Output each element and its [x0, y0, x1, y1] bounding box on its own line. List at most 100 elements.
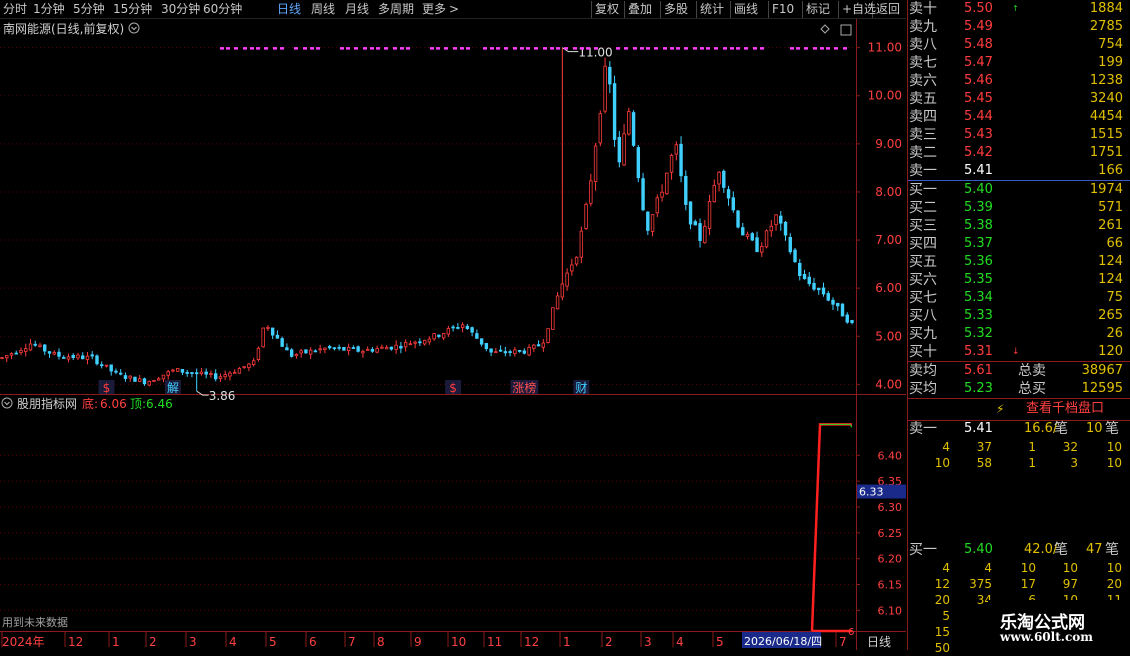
candle-body	[826, 293, 830, 301]
period-tab-7[interactable]: 周线	[311, 2, 335, 16]
bid-row[interactable]: 买八 5.33 265	[908, 307, 1130, 325]
period-tab-9[interactable]: 多周期	[378, 2, 414, 16]
time-axis-label: 5	[716, 635, 724, 649]
period-tab-3[interactable]: 15分钟	[113, 2, 152, 16]
bid-row[interactable]: 买六 5.35 124	[908, 271, 1130, 289]
toolbar-action-1[interactable]: 叠加	[628, 2, 652, 16]
candle-body	[465, 325, 470, 330]
signal-dot	[354, 47, 358, 50]
future-data-note: 用到未来数据	[2, 615, 68, 629]
period-tab-10[interactable]: 更多	[422, 2, 446, 16]
tick-header: 买一 5.40 42.0/笔 47 笔	[908, 541, 1130, 559]
candle-body	[774, 214, 778, 226]
candle-body	[408, 343, 413, 346]
indicator-y-tick-label: 6.25	[878, 527, 903, 540]
ask-row[interactable]: 卖七 5.47 199	[908, 54, 1130, 72]
candle-body	[299, 350, 303, 354]
tick-avg-per: 42.0/	[1024, 542, 1058, 557]
bid-row[interactable]: 买九 5.32 26	[908, 325, 1130, 343]
more-chevron-icon[interactable]: >	[449, 2, 459, 16]
ask-row[interactable]: 卖六 5.46 1238	[908, 72, 1130, 90]
candle-body	[237, 368, 242, 374]
candle-body	[109, 364, 113, 372]
period-tab-4[interactable]: 30分钟	[161, 2, 200, 16]
toolbar-action-5[interactable]: F10	[772, 2, 794, 16]
signal-dot	[513, 47, 517, 50]
signal-dot	[723, 47, 727, 50]
signal-dot	[264, 47, 268, 50]
bid-row[interactable]: 买二 5.39 571	[908, 199, 1130, 217]
signal-dot	[796, 47, 800, 50]
time-axis-label: 11	[487, 635, 502, 649]
candle-body	[346, 347, 351, 351]
y-tick-label: 7.00	[875, 233, 902, 247]
toolbar-action-8[interactable]: 返回	[876, 2, 900, 16]
toolbar-action-3[interactable]: 统计	[700, 2, 724, 16]
period-tab-6[interactable]: 日线	[277, 2, 301, 16]
bid-row[interactable]: 买五 5.36 124	[908, 253, 1130, 271]
bid-row[interactable]: 买七 5.34 75	[908, 289, 1130, 307]
ask-row[interactable]: 卖四 5.44 4454	[908, 108, 1130, 126]
toolbar-action-6[interactable]: 标记	[806, 2, 830, 16]
bid-row[interactable]: 买一 5.40 1974	[908, 181, 1130, 199]
ask-volume: 1515	[1089, 127, 1123, 142]
total-volume: 12595	[1081, 381, 1123, 396]
signal-dot	[670, 47, 674, 50]
main-chart-title: 南网能源(日线,前复权)	[3, 21, 124, 36]
candle-body	[831, 299, 835, 305]
candle-body	[598, 113, 603, 144]
toolbar-action-0[interactable]: 复权	[595, 2, 619, 16]
tick-cell: 10	[934, 456, 950, 470]
signal-dot	[280, 47, 284, 50]
candle-body	[498, 349, 503, 352]
candle-body	[760, 246, 764, 253]
tick-cell: 4	[942, 440, 950, 454]
candle-body	[769, 225, 773, 232]
signal-dot	[460, 47, 464, 50]
tick-cell: 12	[934, 577, 950, 591]
signal-dot	[564, 47, 568, 50]
ask-level-name: 卖三	[909, 127, 937, 143]
toolbar-separator	[660, 1, 661, 18]
signal-dot	[526, 47, 530, 50]
candle-body	[579, 230, 584, 258]
toolbar-action-4[interactable]: 画线	[734, 2, 758, 16]
toolbar-action-7[interactable]: +自选	[842, 2, 876, 16]
toolbar-action-2[interactable]: 多股	[664, 2, 688, 16]
tick-cell: 10	[1020, 561, 1036, 575]
ask-row[interactable]: 卖二 5.42 1751	[908, 144, 1130, 162]
bid-volume: 124	[1098, 254, 1123, 269]
bid-row[interactable]: 买四 5.37 66	[908, 235, 1130, 253]
ask-row[interactable]: 卖十 5.50 ↑ 1884	[908, 0, 1130, 18]
period-tab-0[interactable]: 分时	[3, 2, 27, 16]
signal-dot	[804, 47, 808, 50]
ask-row[interactable]: 卖五 5.45 3240	[908, 90, 1130, 108]
candle-body	[736, 210, 740, 228]
candle-body	[484, 342, 489, 350]
kline-chart[interactable]: 南网能源(日线,前复权) 11.00 10.00 9.00 8.00 7.00 6.00 5.…	[0, 19, 906, 650]
candle-body	[669, 155, 674, 173]
lightning-icon: ⚡	[996, 402, 1005, 416]
bid-row[interactable]: 买三 5.38 261	[908, 217, 1130, 235]
candle-body	[28, 343, 33, 351]
period-tab-1[interactable]: 1分钟	[33, 2, 65, 16]
period-tab-2[interactable]: 5分钟	[73, 2, 105, 16]
signal-dot	[234, 47, 238, 50]
bid-price: 5.36	[964, 254, 993, 269]
date-highlight: 2026/06/18/四	[744, 635, 822, 648]
ask-row[interactable]: 卖九 5.49 2785	[908, 18, 1130, 36]
candle-body	[527, 346, 531, 356]
bid-level-name: 买一	[909, 182, 937, 198]
signal-dot	[624, 47, 628, 50]
bid-row[interactable]: 买十 5.31 ↓ 120	[908, 343, 1130, 361]
ask-row[interactable]: 卖一 5.41 166	[908, 162, 1130, 180]
period-tab-8[interactable]: 月线	[345, 2, 369, 16]
candle-body	[422, 339, 427, 345]
ask-row[interactable]: 卖八 5.48 754	[908, 36, 1130, 54]
ask-level-name: 卖十	[909, 1, 937, 17]
ask-row[interactable]: 卖三 5.43 1515	[908, 126, 1130, 144]
period-tab-5[interactable]: 60分钟	[203, 2, 242, 16]
ask-volume: 166	[1098, 163, 1123, 178]
bid-volume: 571	[1098, 200, 1123, 215]
view-depth-button[interactable]: ⚡ 查看千档盘口	[908, 400, 1130, 420]
